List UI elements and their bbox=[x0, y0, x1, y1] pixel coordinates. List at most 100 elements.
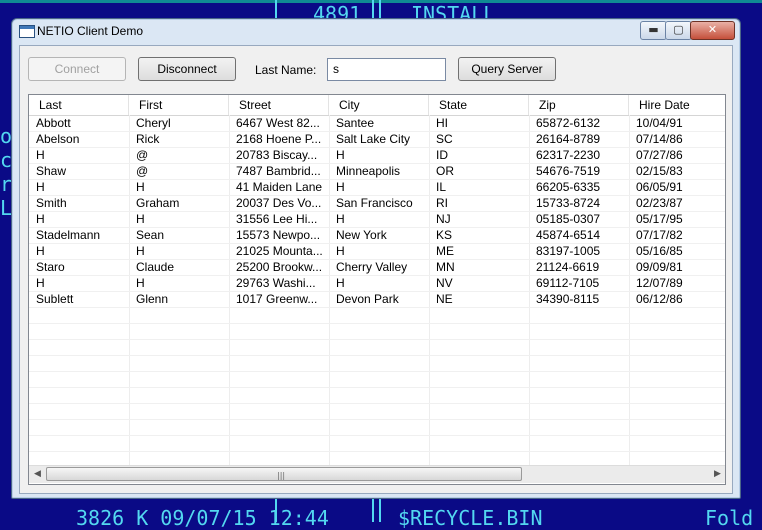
table-cell[interactable]: SC bbox=[429, 131, 529, 147]
table-cell[interactable]: 20783 Biscay... bbox=[229, 147, 329, 163]
table-cell[interactable]: H bbox=[29, 243, 129, 259]
table-cell[interactable]: Smith bbox=[29, 195, 129, 211]
table-cell[interactable]: Abbott bbox=[29, 115, 129, 131]
table-cell[interactable]: NJ bbox=[429, 211, 529, 227]
table-cell[interactable]: 66205-6335 bbox=[529, 179, 629, 195]
column-header[interactable]: Zip bbox=[529, 95, 629, 115]
table-cell[interactable]: 62317-2230 bbox=[529, 147, 629, 163]
table-cell[interactable]: 21124-6619 bbox=[529, 259, 629, 275]
table-cell[interactable]: 2168 Hoene P... bbox=[229, 131, 329, 147]
table-cell[interactable]: Sean bbox=[129, 227, 229, 243]
table-cell[interactable]: H bbox=[129, 275, 229, 291]
table-cell[interactable]: 05/17/95 bbox=[629, 211, 725, 227]
table-cell[interactable]: 02/23/87 bbox=[629, 195, 725, 211]
column-header[interactable]: Last bbox=[29, 95, 129, 115]
table-cell[interactable]: H bbox=[329, 147, 429, 163]
table-cell[interactable]: Graham bbox=[129, 195, 229, 211]
table-cell[interactable]: Sublett bbox=[29, 291, 129, 307]
horizontal-scrollbar[interactable]: ◀ ||| ▶ bbox=[29, 465, 725, 483]
table-cell[interactable]: OR bbox=[429, 163, 529, 179]
table-cell[interactable]: 54676-7519 bbox=[529, 163, 629, 179]
table-cell[interactable]: Cherry Valley bbox=[329, 259, 429, 275]
table-cell[interactable]: 05185-0307 bbox=[529, 211, 629, 227]
table-cell[interactable]: 29763 Washi... bbox=[229, 275, 329, 291]
table-cell[interactable]: 31556 Lee Hi... bbox=[229, 211, 329, 227]
column-header[interactable]: Hire Date bbox=[629, 95, 725, 115]
table-cell[interactable]: 15573 Newpo... bbox=[229, 227, 329, 243]
table-cell[interactable]: H bbox=[129, 211, 229, 227]
title-bar[interactable]: NETIO Client Demo ▬ ▢ ✕ bbox=[12, 19, 740, 45]
table-cell[interactable]: 25200 Brookw... bbox=[229, 259, 329, 275]
scroll-right-icon[interactable]: ▶ bbox=[709, 466, 725, 483]
table-cell[interactable]: H bbox=[129, 243, 229, 259]
table-cell[interactable]: NE bbox=[429, 291, 529, 307]
connect-button[interactable]: Connect bbox=[28, 57, 126, 81]
close-button[interactable]: ✕ bbox=[690, 21, 735, 40]
column-header[interactable]: City bbox=[329, 95, 429, 115]
table-cell[interactable]: 1017 Greenw... bbox=[229, 291, 329, 307]
column-header[interactable]: First bbox=[129, 95, 229, 115]
table-cell[interactable]: KS bbox=[429, 227, 529, 243]
table-cell[interactable]: Devon Park bbox=[329, 291, 429, 307]
last-name-input[interactable]: s bbox=[327, 58, 446, 81]
table-cell[interactable]: H bbox=[29, 179, 129, 195]
table-cell[interactable]: 6467 West 82... bbox=[229, 115, 329, 131]
table-cell[interactable]: 15733-8724 bbox=[529, 195, 629, 211]
table-cell[interactable]: Shaw bbox=[29, 163, 129, 179]
table-cell[interactable]: ME bbox=[429, 243, 529, 259]
table-cell[interactable]: 45874-6514 bbox=[529, 227, 629, 243]
table-cell[interactable]: 34390-8115 bbox=[529, 291, 629, 307]
table-cell[interactable]: San Francisco bbox=[329, 195, 429, 211]
table-cell[interactable]: 06/05/91 bbox=[629, 179, 725, 195]
table-cell[interactable]: Claude bbox=[129, 259, 229, 275]
minimize-button[interactable]: ▬ bbox=[640, 21, 667, 40]
table-cell[interactable]: 09/09/81 bbox=[629, 259, 725, 275]
table-cell[interactable]: Staro bbox=[29, 259, 129, 275]
table-cell[interactable]: ID bbox=[429, 147, 529, 163]
table-cell[interactable]: Abelson bbox=[29, 131, 129, 147]
table-cell[interactable]: H bbox=[129, 179, 229, 195]
table-cell[interactable]: Salt Lake City bbox=[329, 131, 429, 147]
disconnect-button[interactable]: Disconnect bbox=[138, 57, 236, 81]
table-cell[interactable]: Cheryl bbox=[129, 115, 229, 131]
maximize-button[interactable]: ▢ bbox=[665, 21, 692, 40]
table-cell[interactable]: H bbox=[329, 275, 429, 291]
table-cell[interactable]: @ bbox=[129, 147, 229, 163]
table-cell[interactable]: 07/17/82 bbox=[629, 227, 725, 243]
table-cell[interactable]: 12/07/89 bbox=[629, 275, 725, 291]
table-cell[interactable]: 05/16/85 bbox=[629, 243, 725, 259]
table-cell[interactable]: 20037 Des Vo... bbox=[229, 195, 329, 211]
table-cell[interactable]: 41 Maiden Lane bbox=[229, 179, 329, 195]
table-cell[interactable]: New York bbox=[329, 227, 429, 243]
table-cell[interactable]: Glenn bbox=[129, 291, 229, 307]
table-cell[interactable]: Rick bbox=[129, 131, 229, 147]
table-cell[interactable]: MN bbox=[429, 259, 529, 275]
table-cell[interactable]: Stadelmann bbox=[29, 227, 129, 243]
scroll-left-icon[interactable]: ◀ bbox=[29, 466, 46, 483]
table-cell[interactable]: 21025 Mounta... bbox=[229, 243, 329, 259]
table-cell[interactable]: 7487 Bambrid... bbox=[229, 163, 329, 179]
table-cell[interactable]: H bbox=[329, 243, 429, 259]
scroll-thumb[interactable]: ||| bbox=[46, 467, 522, 481]
table-cell[interactable]: HI bbox=[429, 115, 529, 131]
column-header[interactable]: Street bbox=[229, 95, 329, 115]
column-header[interactable]: State bbox=[429, 95, 529, 115]
table-cell[interactable]: Minneapolis bbox=[329, 163, 429, 179]
table-cell[interactable]: 69112-7105 bbox=[529, 275, 629, 291]
table-cell[interactable]: 65872-6132 bbox=[529, 115, 629, 131]
table-cell[interactable]: @ bbox=[129, 163, 229, 179]
table-cell[interactable]: 07/14/86 bbox=[629, 131, 725, 147]
table-cell[interactable]: 02/15/83 bbox=[629, 163, 725, 179]
table-cell[interactable]: 06/12/86 bbox=[629, 291, 725, 307]
table-cell[interactable]: H bbox=[29, 211, 129, 227]
table-cell[interactable]: H bbox=[329, 211, 429, 227]
table-cell[interactable]: 07/27/86 bbox=[629, 147, 725, 163]
table-cell[interactable]: IL bbox=[429, 179, 529, 195]
table-cell[interactable]: NV bbox=[429, 275, 529, 291]
table-cell[interactable]: 83197-1005 bbox=[529, 243, 629, 259]
table-cell[interactable]: H bbox=[29, 275, 129, 291]
table-cell[interactable]: H bbox=[29, 147, 129, 163]
table-cell[interactable]: RI bbox=[429, 195, 529, 211]
table-cell[interactable]: 10/04/91 bbox=[629, 115, 725, 131]
table-cell[interactable]: Santee bbox=[329, 115, 429, 131]
